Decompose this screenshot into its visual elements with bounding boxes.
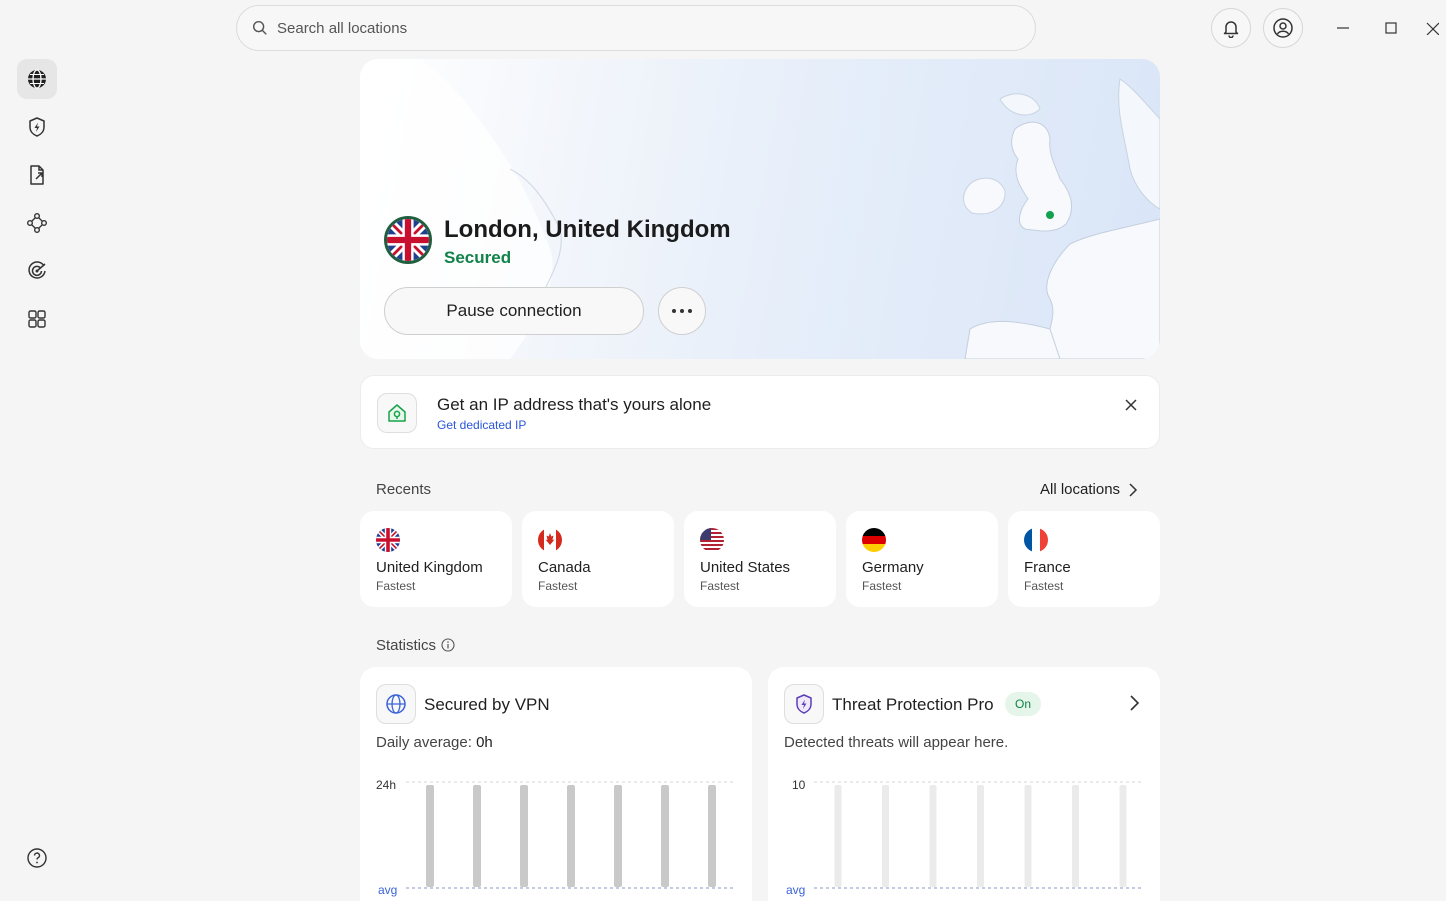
recent-location-card[interactable]: United States Fastest [684,511,836,607]
sidebar-item-threat-protection[interactable] [17,107,57,147]
search-icon [252,20,267,35]
dark-web-monitor-icon [28,261,46,279]
more-options-button[interactable] [658,287,706,335]
status-badge: On [1005,692,1042,716]
bar-track [614,785,622,887]
bar-track [708,785,716,887]
chevron-right-icon [1129,482,1138,497]
bar-track [426,785,434,887]
recent-location-sub: Fastest [700,579,740,593]
search-bar[interactable] [236,5,1036,51]
home-pin-icon [377,393,417,433]
dedicated-ip-promo: Get an IP address that's yours alone Get… [360,375,1160,449]
recents-label: Recents [376,481,432,498]
recent-location-card[interactable]: Germany Fastest [846,511,998,607]
file-share-icon [30,165,44,185]
vpn-stats-title: Secured by VPN [424,695,550,714]
globe-icon [376,684,416,724]
more-dots-icon [672,309,692,313]
bar-track [473,785,481,887]
apps-grid-icon [28,310,46,328]
sidebar-item-apps[interactable] [17,299,57,339]
recent-location-name: United Kingdom [376,559,483,576]
recent-location-name: France [1024,559,1071,576]
vpn-bar-chart: 24h avg [376,778,736,897]
minimize-icon [1337,27,1349,29]
close-window-button[interactable] [1418,14,1446,42]
daily-average-label: Daily average: [376,734,477,751]
bar-track [929,785,937,887]
close-icon [1125,399,1137,411]
canada-flag-icon [538,528,562,552]
maximize-button[interactable] [1377,14,1405,42]
connected-location: London, United Kingdom [444,216,731,243]
sidebar-item-meshnet[interactable] [17,203,57,243]
recent-location-card[interactable]: United Kingdom Fastest [360,511,512,607]
bar-track [567,785,575,887]
recent-location-card[interactable]: France Fastest [1008,511,1160,607]
connection-card: London, United Kingdom Secured Pause con… [360,59,1160,359]
bar-track [1072,785,1079,887]
threat-stats-description: Detected threats will appear here. [784,734,1009,751]
bar-track [1024,785,1032,887]
threat-bar-chart: 10 avg [786,778,1144,897]
germany-flag-icon [862,528,886,552]
meshnet-icon [27,213,47,233]
vpn-stats-card: Secured by VPN Daily average: 0h 24h avg [360,667,752,901]
daily-average-value: 0h [476,734,493,751]
statistics-label: Statistics [376,637,437,654]
us-flag-icon [700,528,724,552]
minimize-button[interactable] [1329,14,1357,42]
threat-protection-icon [784,684,824,724]
get-dedicated-ip-link[interactable]: Get dedicated IP [437,418,526,432]
all-locations-link[interactable]: All locations [1040,481,1138,498]
bar-track [977,785,984,887]
daily-average: Daily average: 0h [376,734,493,751]
bar-track [834,785,842,887]
account-button[interactable] [1263,8,1303,48]
info-icon[interactable] [441,638,455,652]
bar-track [1119,785,1127,887]
bar-track [882,785,889,887]
recent-location-sub: Fastest [862,579,902,593]
avg-label: avg [786,883,805,897]
bar-track [520,785,528,887]
close-icon [1426,22,1439,35]
sidebar-item-file-share[interactable] [17,155,57,195]
recent-location-name: Germany [862,559,924,576]
connection-status: Secured [444,248,512,267]
maximize-icon [1385,22,1397,34]
sidebar-item-dark-web-monitor[interactable] [17,251,57,291]
recent-location-sub: Fastest [1024,579,1064,593]
recent-location-sub: Fastest [376,579,416,593]
y-max-label: 24h [376,778,396,792]
help-icon [27,848,47,868]
threat-protection-icon [29,117,45,137]
uk-flag-icon [376,528,400,552]
user-circle-icon [1273,18,1293,38]
search-input[interactable] [277,19,977,37]
y-max-label: 10 [792,778,806,792]
recent-location-name: Canada [538,559,591,576]
location-marker [1046,211,1054,219]
help-button[interactable] [17,838,57,878]
bell-icon [1223,21,1239,38]
recent-location-sub: Fastest [538,579,578,593]
pause-connection-button[interactable]: Pause connection [384,287,644,335]
notifications-button[interactable] [1211,8,1251,48]
threat-stats-title: Threat Protection Pro [832,695,994,714]
globe-icon [28,69,46,89]
avg-label: avg [378,883,397,897]
promo-title: Get an IP address that's yours alone [437,395,712,414]
sidebar-item-vpn[interactable] [17,59,57,99]
bar-track [661,785,669,887]
recent-location-name: United States [700,559,791,576]
france-flag-icon [1024,528,1048,552]
chevron-right-icon[interactable] [1124,693,1144,713]
recent-location-card[interactable]: Canada Fastest [522,511,674,607]
threat-stats-card: Threat Protection Pro On Detected threat… [768,667,1160,901]
dismiss-promo-button[interactable] [1119,393,1143,417]
all-locations-label: All locations [1040,481,1121,498]
uk-flag-icon [384,216,432,264]
